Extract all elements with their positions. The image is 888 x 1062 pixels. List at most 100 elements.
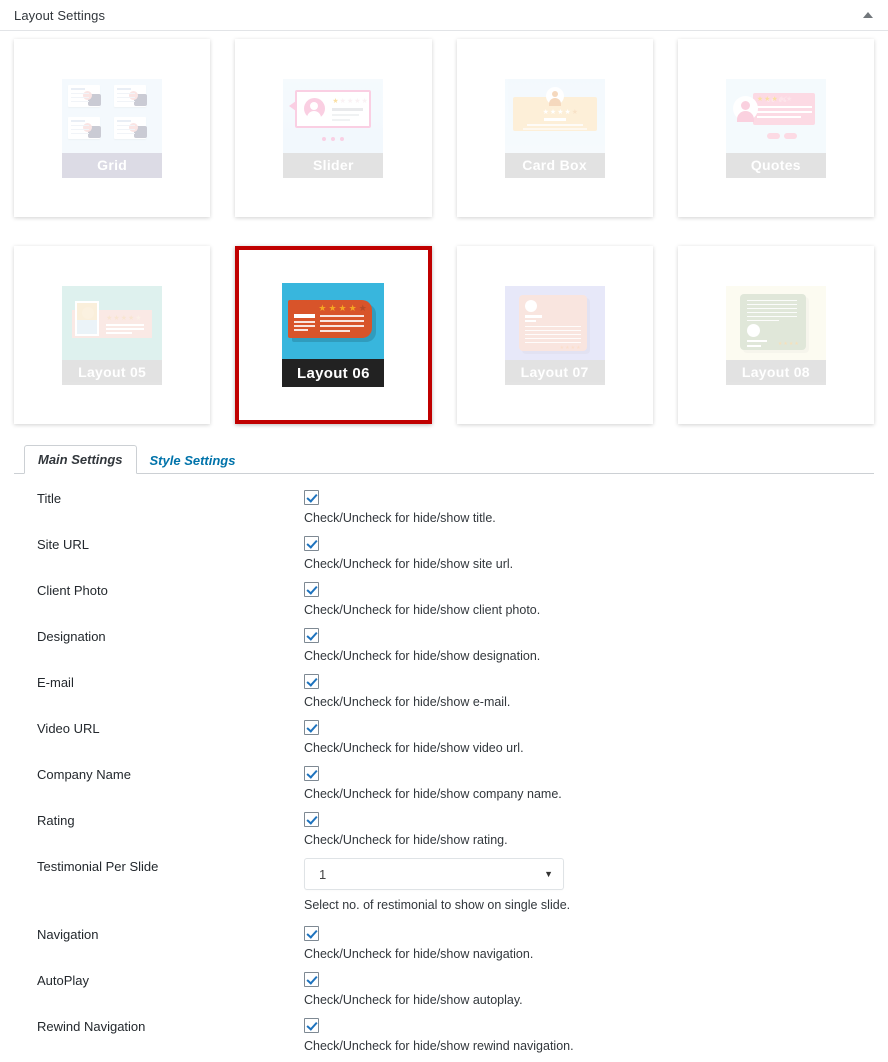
checkbox-autoplay[interactable] xyxy=(304,972,319,987)
star-rating-icon: ★ ★ ★ ★ ★ xyxy=(318,303,367,313)
checkbox-title[interactable] xyxy=(304,490,319,505)
thumb-art-layout06: ★ ★ ★ ★ ★ xyxy=(282,283,385,359)
star-rating-icon: ★ ★ ★ ★ xyxy=(777,340,799,347)
layout-thumb-label: Quotes xyxy=(725,152,826,178)
layout-thumb-label: Layout 08 xyxy=(725,359,826,385)
setting-hint: Check/Uncheck for hide/show rewind navig… xyxy=(304,1039,574,1053)
checkbox-video-url[interactable] xyxy=(304,720,319,735)
layout-thumb-quotes: “ “ ★ ★ ★ ★ ★ Quotes xyxy=(725,78,826,178)
layout-thumb-cardbox: ★ ★ ★ ★ ★ Card Box xyxy=(504,78,605,178)
chevron-up-icon[interactable] xyxy=(860,7,876,23)
setting-label: Navigation xyxy=(37,927,99,942)
bubble-tail-shape xyxy=(289,100,297,111)
setting-hint: Select no. of restimonial to show on sin… xyxy=(304,898,571,912)
layout-option-layout08[interactable]: ★ ★ ★ ★ Layout 08 xyxy=(677,246,874,424)
setting-row-designation: Designation Check/Uncheck for hide/show … xyxy=(14,628,874,663)
settings-tabs-wrapper: Main Settings Style Settings xyxy=(0,444,888,474)
checkbox-email[interactable] xyxy=(304,674,319,689)
layout-thumb-label: Layout 05 xyxy=(62,359,163,385)
layout-option-layout06[interactable]: ★ ★ ★ ★ ★ Layout 06 xyxy=(235,246,432,424)
star-rating-icon: ★ ★ ★ ★ xyxy=(559,344,581,351)
layout-option-layout07[interactable]: ★ ★ ★ ★ Layout 07 xyxy=(456,246,653,424)
thumbs-up-icon xyxy=(129,122,148,138)
thumb-art-grid xyxy=(62,78,163,153)
setting-hint: Check/Uncheck for hide/show rating. xyxy=(304,833,508,847)
checkbox-designation[interactable] xyxy=(304,628,319,643)
checkbox-site-url[interactable] xyxy=(304,536,319,551)
setting-row-rewind-navigation: Rewind Navigation Check/Uncheck for hide… xyxy=(14,1018,874,1053)
layout-option-layout05[interactable]: ★ ★ ★ ★ ★ Layout 05 xyxy=(14,246,211,424)
thumb-art-layout08: ★ ★ ★ ★ xyxy=(725,285,826,360)
checkbox-company-name[interactable] xyxy=(304,766,319,781)
setting-label: Client Photo xyxy=(37,583,108,598)
setting-row-title: Title Check/Uncheck for hide/show title. xyxy=(14,490,874,525)
settings-list: Title Check/Uncheck for hide/show title.… xyxy=(0,474,888,1062)
triangle-shape xyxy=(863,12,873,18)
setting-row-video-url: Video URL Check/Uncheck for hide/show vi… xyxy=(14,720,874,755)
thumb-art-layout05: ★ ★ ★ ★ ★ xyxy=(62,285,163,360)
layout-thumb-slider: ★ ★ ★ ★ ★ Slider xyxy=(283,78,384,178)
checkbox-rating[interactable] xyxy=(304,812,319,827)
layout-thumb-label: Grid xyxy=(62,152,163,178)
layout-thumb-label: Slider xyxy=(283,152,384,178)
setting-label: Video URL xyxy=(37,721,100,736)
checkbox-rewind-navigation[interactable] xyxy=(304,1018,319,1033)
setting-hint: Check/Uncheck for hide/show company name… xyxy=(304,787,562,801)
avatar-icon xyxy=(304,97,326,121)
setting-label: Testimonial Per Slide xyxy=(37,859,159,874)
thumbs-up-icon xyxy=(83,90,102,106)
layout-option-slider[interactable]: ★ ★ ★ ★ ★ Slider xyxy=(235,39,432,217)
setting-label: Site URL xyxy=(37,537,90,552)
avatar-icon xyxy=(545,86,564,106)
setting-row-navigation: Navigation Check/Uncheck for hide/show n… xyxy=(14,926,874,961)
layout-settings-page: Layout Settings Grid ★ ★ ★ ★ ★ Slider ★ … xyxy=(0,0,888,1062)
setting-hint: Check/Uncheck for hide/show video url. xyxy=(304,741,524,755)
star-rating-icon: ★ ★ ★ ★ ★ xyxy=(542,108,579,116)
thumb-art-layout07: ★ ★ ★ ★ xyxy=(504,285,605,360)
tab-main-settings[interactable]: Main Settings xyxy=(24,445,137,474)
layout-thumb-grid: Grid xyxy=(62,78,163,178)
pill-shape xyxy=(783,132,797,139)
layout-thumb-layout05: ★ ★ ★ ★ ★ Layout 05 xyxy=(62,285,163,385)
checkbox-client-photo[interactable] xyxy=(304,582,319,597)
setting-row-company-name: Company Name Check/Uncheck for hide/show… xyxy=(14,766,874,801)
avatar-icon xyxy=(746,323,760,337)
setting-hint: Check/Uncheck for hide/show client photo… xyxy=(304,603,541,617)
setting-row-rating: Rating Check/Uncheck for hide/show ratin… xyxy=(14,812,874,847)
layout-option-grid[interactable]: Grid xyxy=(14,39,211,217)
layout-thumb-layout06: ★ ★ ★ ★ ★ Layout 06 xyxy=(282,283,385,387)
star-rating-icon: ★ ★ ★ ★ ★ xyxy=(106,314,142,322)
select-testimonial-per-slide[interactable]: 1 ▼ xyxy=(304,858,564,890)
setting-hint: Check/Uncheck for hide/show site url. xyxy=(304,557,514,571)
layout-thumb-label: Layout 07 xyxy=(504,359,605,385)
mini-card-icon xyxy=(114,84,148,107)
pagination-dots-icon xyxy=(322,136,345,141)
setting-label: Title xyxy=(37,491,62,506)
setting-label: Rating xyxy=(37,813,75,828)
setting-hint: Check/Uncheck for hide/show e-mail. xyxy=(304,695,511,709)
setting-label: Company Name xyxy=(37,767,131,782)
setting-hint: Check/Uncheck for hide/show title. xyxy=(304,511,496,525)
chevron-down-icon: ▼ xyxy=(544,869,553,879)
setting-row-email: E-mail Check/Uncheck for hide/show e-mai… xyxy=(14,674,874,709)
setting-hint: Check/Uncheck for hide/show autoplay. xyxy=(304,993,523,1007)
panel-header: Layout Settings xyxy=(0,0,888,31)
avatar-icon xyxy=(524,299,537,312)
setting-hint: Check/Uncheck for hide/show designation. xyxy=(304,649,541,663)
mini-card-icon xyxy=(68,84,102,107)
setting-row-testimonial-per-slide: Testimonial Per Slide 1 ▼ Select no. of … xyxy=(14,858,874,912)
setting-label: Rewind Navigation xyxy=(37,1019,146,1034)
thumb-art-slider: ★ ★ ★ ★ ★ xyxy=(283,78,384,153)
tab-style-settings[interactable]: Style Settings xyxy=(137,447,249,474)
setting-label: E-mail xyxy=(37,675,74,690)
mini-card-icon xyxy=(68,116,102,139)
thumb-art-quotes: “ “ ★ ★ ★ ★ ★ xyxy=(725,78,826,153)
setting-row-client-photo: Client Photo Check/Uncheck for hide/show… xyxy=(14,582,874,617)
layout-option-quotes[interactable]: “ “ ★ ★ ★ ★ ★ Quotes xyxy=(677,39,874,217)
settings-tabs: Main Settings Style Settings xyxy=(14,444,874,474)
checkbox-navigation[interactable] xyxy=(304,926,319,941)
setting-row-site-url: Site URL Check/Uncheck for hide/show sit… xyxy=(14,536,874,571)
layout-option-cardbox[interactable]: ★ ★ ★ ★ ★ Card Box xyxy=(456,39,653,217)
star-rating-icon: ★ ★ ★ ★ ★ xyxy=(332,97,368,105)
thumb-art-cardbox: ★ ★ ★ ★ ★ xyxy=(504,78,605,153)
